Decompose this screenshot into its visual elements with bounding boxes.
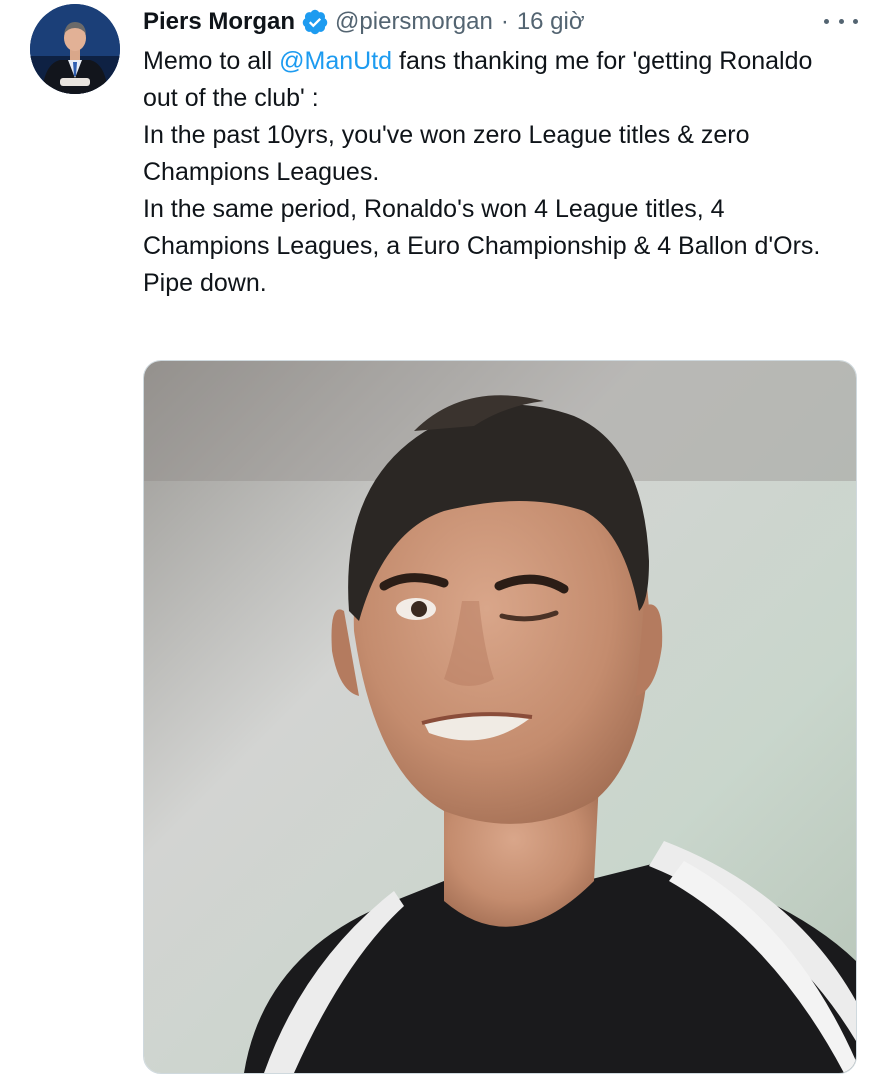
photo-winking-footballer — [144, 361, 856, 1073]
separator-dot: · — [500, 8, 509, 35]
avatar-image — [30, 4, 120, 94]
author-handle[interactable]: @piersmorgan — [335, 8, 493, 36]
tweet-paragraph-4: Pipe down. — [143, 269, 267, 297]
tweet-text: Memo to all @ManUtd fans thanking me for… — [143, 43, 843, 302]
tweet-timestamp[interactable]: 16 giờ — [517, 8, 585, 36]
tweet-header: Piers Morgan @piersmorgan · 16 giờ — [143, 4, 585, 40]
more-horizontal-icon[interactable] — [824, 10, 858, 32]
tweet-text-segment: Memo to all — [143, 47, 280, 75]
tweet-paragraph-2: In the past 10yrs, you've won zero Leagu… — [143, 121, 750, 186]
verified-badge-icon[interactable] — [301, 8, 329, 36]
mention-link[interactable]: @ManUtd — [279, 47, 392, 75]
author-avatar[interactable] — [30, 4, 120, 94]
tweet-card: Piers Morgan @piersmorgan · 16 giờ Memo … — [0, 0, 886, 1080]
tweet-paragraph-1: Memo to all @ManUtd fans thanking me for… — [143, 43, 843, 117]
author-name[interactable]: Piers Morgan — [143, 8, 295, 36]
tweet-photo[interactable] — [143, 360, 857, 1074]
tweet-paragraph-3: In the same period, Ronaldo's won 4 Leag… — [143, 195, 821, 260]
